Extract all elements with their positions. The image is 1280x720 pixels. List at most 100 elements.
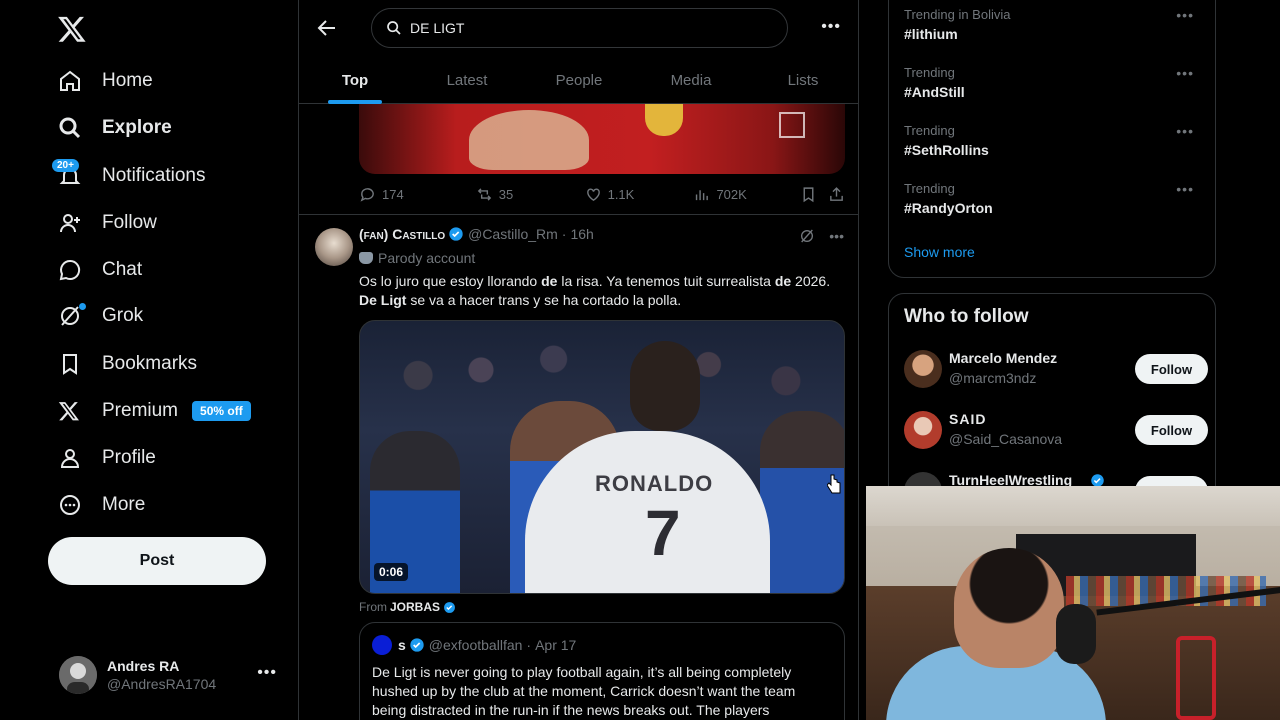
nav-follow[interactable]: Follow [52,201,157,245]
previous-tweet-actions: 174 35 1.1K 702K [359,184,845,204]
nav-more-label: More [102,494,146,515]
quoted-meta-separator: · [526,637,532,653]
nav-bookmarks-label: Bookmarks [102,353,198,374]
search-icon [52,113,90,143]
hand-cursor-icon [827,474,841,494]
more-icon[interactable]: ••• [821,18,841,36]
follow-button[interactable]: Follow [1135,354,1208,384]
tweet-time[interactable]: 16h [570,226,593,242]
more-icon[interactable]: ••• [1176,65,1194,81]
nav-explore[interactable]: Explore [52,106,172,150]
tab-latest[interactable]: Latest [411,56,523,104]
nav-notifications[interactable]: 20+ Notifications [52,154,206,198]
divider [299,214,858,215]
video-player-figure [760,411,844,593]
quoted-tweet-header: s @exfootballfan · Apr 17 [372,635,576,655]
show-more-link[interactable]: Show more [904,244,975,260]
chat-icon [52,255,90,285]
left-sidebar: Home Explore 20+ Notifications Follow Ch… [0,0,298,720]
more-icon[interactable]: ••• [1176,123,1194,139]
quoted-tweet[interactable]: s @exfootballfan · Apr 17 De Ligt is nev… [359,622,845,720]
premium-discount-badge: 50% off [192,401,251,421]
nav-grok[interactable]: Grok [52,294,143,338]
trend-name: #AndStill [904,84,965,100]
more-circle-icon [52,490,90,520]
verified-badge-icon [410,638,424,652]
from-prefix: From [359,600,387,614]
verified-badge-icon [449,227,463,241]
jersey-number: 7 [645,497,681,569]
home-icon [52,66,90,96]
account-handle: @AndresRA1704 [107,676,217,692]
mask-icon [359,252,373,264]
previous-tweet-media[interactable] [359,104,845,174]
retweet-button[interactable]: 35 [476,186,585,203]
more-icon[interactable]: ••• [829,228,844,244]
bell-icon: 20+ [52,159,90,191]
x-logo-icon[interactable] [57,14,87,44]
verified-badge-icon [444,601,455,613]
bookmark-button[interactable] [800,186,828,203]
quoted-author-name: s [398,637,406,653]
trend-category: Trending [904,65,955,80]
account-switcher[interactable]: Andres RA @AndresRA1704 ••• [59,654,289,696]
retweet-icon [477,187,491,201]
tweet-video[interactable]: RONALDO 7 0:06 [359,320,845,594]
avatar [904,350,942,388]
trend-item[interactable]: Trending in Bolivia #lithium ••• [904,7,1204,42]
like-count: 1.1K [607,186,635,202]
nav-profile[interactable]: Profile [52,436,156,480]
follow-suggestion[interactable]: Marcelo Mendez @marcm3ndz Follow [904,350,1208,390]
nav-more[interactable]: More [52,483,145,527]
add-user-icon [52,208,90,238]
bookmark-icon [803,186,814,202]
nav-premium[interactable]: Premium 50% off [52,389,251,433]
nav-chat[interactable]: Chat [52,248,142,292]
tab-lists[interactable]: Lists [747,56,858,104]
nav-follow-label: Follow [102,212,157,233]
search-input[interactable] [410,20,770,36]
media-hands [469,110,589,170]
views-icon [696,189,709,200]
nav-home[interactable]: Home [52,59,153,103]
trend-name: #RandyOrton [904,200,993,216]
trend-item[interactable]: Trending #AndStill ••• [904,65,1204,100]
video-source-name[interactable]: JORBAS [390,600,440,614]
more-icon[interactable]: ••• [1176,7,1194,23]
avatar [59,656,97,694]
webcam-person-head [954,548,1064,668]
tweet-text-content: Os lo juro que estoy llorando de la risa… [359,273,831,308]
tab-people[interactable]: People [523,56,635,104]
tweet-author-name[interactable]: (fan) Castillo [359,226,445,242]
tab-media[interactable]: Media [635,56,747,104]
nav-premium-label: Premium [102,400,179,421]
tab-top[interactable]: Top [299,56,411,104]
views-button[interactable]: 702K [693,186,800,203]
post-button[interactable]: Post [48,537,266,585]
share-button[interactable] [828,186,845,203]
tweet-author-handle[interactable]: @Castillo_Rm [468,226,558,242]
nav-notifications-label: Notifications [102,165,206,186]
like-button[interactable]: 1.1K [585,186,694,203]
reply-button[interactable]: 174 [359,186,476,203]
trend-item[interactable]: Trending #RandyOrton ••• [904,181,1204,216]
grok-icon [52,301,90,331]
follow-suggestion[interactable]: SAID @Said_Casanova Follow [904,411,1208,451]
parody-text: Parody account [378,250,476,266]
suggestion-handle: @Said_Casanova [949,431,1063,447]
grok-icon[interactable] [799,228,815,244]
quoted-author-handle: @exfootballfan [428,637,523,653]
retweet-count: 35 [498,186,514,202]
search-box[interactable] [371,8,788,48]
follow-button[interactable]: Follow [1135,415,1208,445]
heart-icon [586,187,600,201]
back-arrow-icon[interactable] [315,16,339,40]
more-icon[interactable]: ••• [1176,181,1194,197]
avatar[interactable] [315,228,353,266]
share-icon [830,186,843,201]
parody-label: Parody account [359,250,475,266]
nav-bookmarks[interactable]: Bookmarks [52,342,197,386]
trend-item[interactable]: Trending #SethRollins ••• [904,123,1204,158]
more-icon[interactable]: ••• [257,664,277,682]
nav-explore-label: Explore [102,117,172,138]
